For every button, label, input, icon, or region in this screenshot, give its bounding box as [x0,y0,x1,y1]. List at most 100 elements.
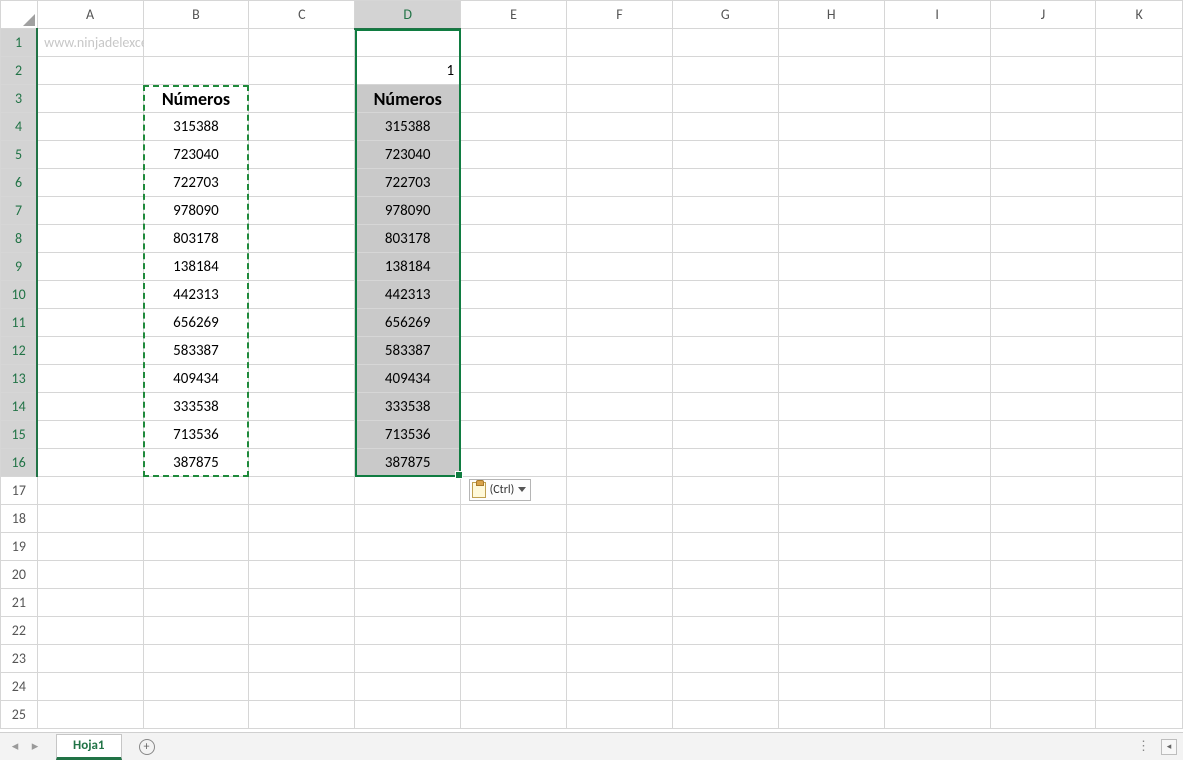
cell-A2[interactable] [37,57,143,85]
cell-K22[interactable] [1096,617,1183,645]
cell-D15[interactable]: 713536 [355,421,461,449]
cell-E7[interactable] [461,197,567,225]
cell-C20[interactable] [249,561,355,589]
cell-C15[interactable] [249,421,355,449]
cell-E6[interactable] [461,169,567,197]
cell-K3[interactable] [1096,85,1183,113]
cell-C7[interactable] [249,197,355,225]
tab-nav-next[interactable]: ▸ [26,738,44,756]
cell-I5[interactable] [884,141,990,169]
select-all-corner[interactable] [1,1,38,29]
cell-F18[interactable] [567,505,673,533]
cell-F8[interactable] [567,225,673,253]
cell-H18[interactable] [778,505,884,533]
column-header-F[interactable]: F [567,1,673,29]
cell-K9[interactable] [1096,253,1183,281]
cell-C25[interactable] [249,701,355,729]
worksheet-grid[interactable]: ABCDEFGHIJK 1www.ninjadelexcel.com213Núm… [0,0,1183,729]
cell-K19[interactable] [1096,533,1183,561]
cell-K15[interactable] [1096,421,1183,449]
column-header-B[interactable]: B [143,1,249,29]
cell-J10[interactable] [990,281,1096,309]
cell-H8[interactable] [778,225,884,253]
cell-F17[interactable] [567,477,673,505]
cell-G1[interactable] [672,29,778,57]
cell-K16[interactable] [1096,449,1183,477]
cell-E25[interactable] [461,701,567,729]
cell-I17[interactable] [884,477,990,505]
cell-I6[interactable] [884,169,990,197]
cell-I23[interactable] [884,645,990,673]
cell-A25[interactable] [37,701,143,729]
cell-B23[interactable] [143,645,249,673]
cell-J17[interactable] [990,477,1096,505]
cell-F10[interactable] [567,281,673,309]
cell-F9[interactable] [567,253,673,281]
cell-A8[interactable] [37,225,143,253]
cell-H9[interactable] [778,253,884,281]
cell-D20[interactable] [355,561,461,589]
row-header-14[interactable]: 14 [1,393,38,421]
column-header-A[interactable]: A [37,1,143,29]
cell-H21[interactable] [778,589,884,617]
cell-E4[interactable] [461,113,567,141]
cell-I16[interactable] [884,449,990,477]
cell-E8[interactable] [461,225,567,253]
cell-J1[interactable] [990,29,1096,57]
row-header-17[interactable]: 17 [1,477,38,505]
cell-I25[interactable] [884,701,990,729]
cell-A17[interactable] [37,477,143,505]
cell-A11[interactable] [37,309,143,337]
cell-J23[interactable] [990,645,1096,673]
cell-F13[interactable] [567,365,673,393]
cell-K24[interactable] [1096,673,1183,701]
cell-D23[interactable] [355,645,461,673]
cell-F4[interactable] [567,113,673,141]
cell-F16[interactable] [567,449,673,477]
cell-A18[interactable] [37,505,143,533]
cell-K6[interactable] [1096,169,1183,197]
cell-I24[interactable] [884,673,990,701]
cell-D21[interactable] [355,589,461,617]
row-header-5[interactable]: 5 [1,141,38,169]
cell-C3[interactable] [249,85,355,113]
row-header-1[interactable]: 1 [1,29,38,57]
cell-D14[interactable]: 333538 [355,393,461,421]
cell-D17[interactable] [355,477,461,505]
cell-D5[interactable]: 723040 [355,141,461,169]
cell-K13[interactable] [1096,365,1183,393]
cell-H3[interactable] [778,85,884,113]
watermark-text[interactable]: www.ninjadelexcel.com [37,29,143,57]
cell-I13[interactable] [884,365,990,393]
cell-J14[interactable] [990,393,1096,421]
tab-nav-prev[interactable]: ◂ [6,738,24,756]
cell-B18[interactable] [143,505,249,533]
cell-G13[interactable] [672,365,778,393]
cell-G23[interactable] [672,645,778,673]
cell-A4[interactable] [37,113,143,141]
cell-H24[interactable] [778,673,884,701]
cell-I15[interactable] [884,421,990,449]
cell-I10[interactable] [884,281,990,309]
cell-E3[interactable] [461,85,567,113]
cell-C10[interactable] [249,281,355,309]
cell-B25[interactable] [143,701,249,729]
cell-E22[interactable] [461,617,567,645]
row-header-7[interactable]: 7 [1,197,38,225]
sheet-tab-hoja1[interactable]: Hoja1 [56,734,122,760]
paste-options-button[interactable]: (Ctrl) [469,479,532,501]
cell-G20[interactable] [672,561,778,589]
row-header-25[interactable]: 25 [1,701,38,729]
cell-H20[interactable] [778,561,884,589]
cell-K7[interactable] [1096,197,1183,225]
cell-K23[interactable] [1096,645,1183,673]
cell-F11[interactable] [567,309,673,337]
cell-K17[interactable] [1096,477,1183,505]
cell-C8[interactable] [249,225,355,253]
cell-A15[interactable] [37,421,143,449]
cell-B15[interactable]: 713536 [143,421,249,449]
cell-G21[interactable] [672,589,778,617]
cell-J19[interactable] [990,533,1096,561]
cell-D11[interactable]: 656269 [355,309,461,337]
cell-E18[interactable] [461,505,567,533]
